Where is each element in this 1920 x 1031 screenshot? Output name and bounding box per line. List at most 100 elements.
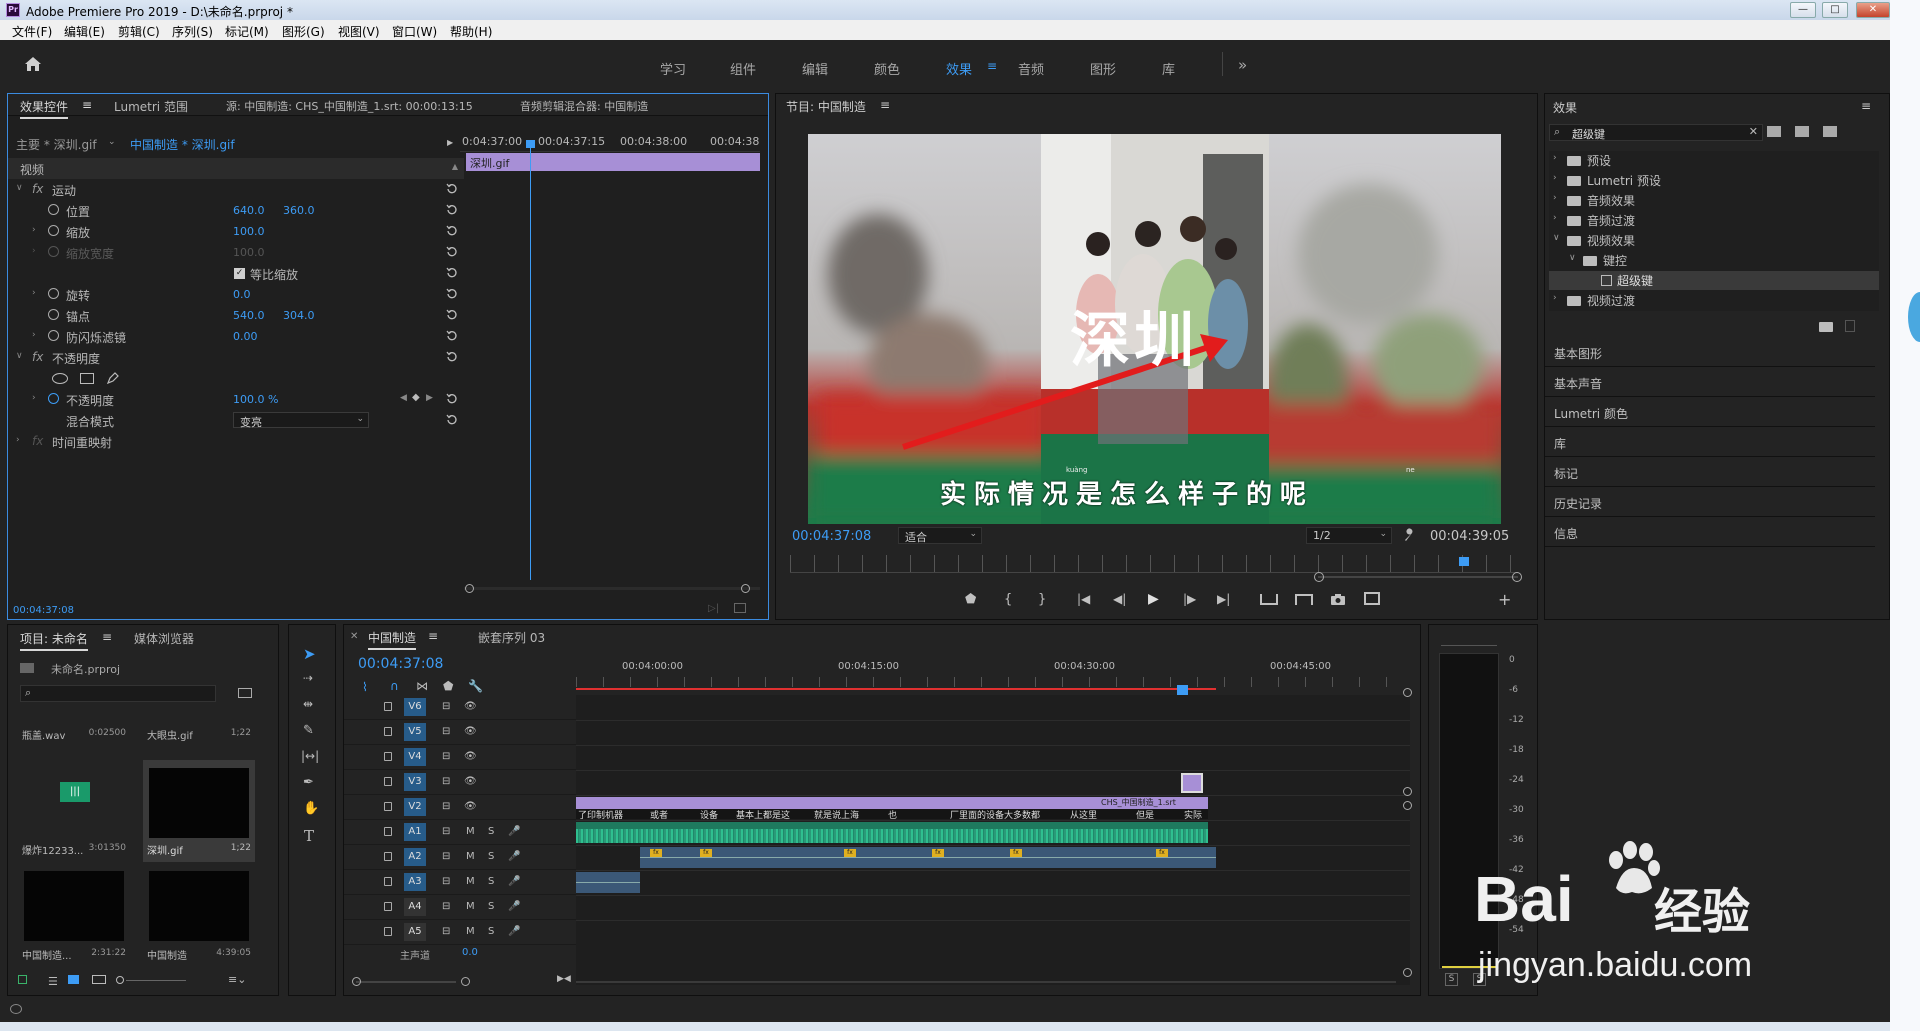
track-name[interactable]: A2 (404, 848, 426, 866)
reset-icon[interactable] (446, 392, 458, 404)
caption-segment[interactable]: 了印制机器 (578, 808, 623, 821)
track-header-v2[interactable]: V2 ⊟ 👁 (344, 795, 576, 820)
linked-selection-icon[interactable]: ⋈ (416, 679, 428, 693)
filter-clip-icon[interactable]: ▷| (708, 603, 719, 614)
stopwatch-icon[interactable] (48, 204, 59, 215)
anchor-y-value[interactable]: 304.0 (283, 309, 315, 322)
ellipse-mask-icon[interactable] (52, 373, 68, 384)
antiflicker-value[interactable]: 0.00 (233, 330, 258, 343)
v3-gif-clip[interactable] (1181, 773, 1203, 793)
solo-button[interactable]: S (488, 901, 494, 912)
project-item[interactable]: 中国制造 4:39:05 (145, 867, 253, 967)
timeline-timecode[interactable]: 00:04:37:08 (358, 656, 443, 672)
sync-lock-icon[interactable]: ⊟ (442, 701, 450, 712)
list-view-icon[interactable]: ☰ (48, 975, 58, 988)
tab-sequence[interactable]: 中国制造 (368, 629, 417, 650)
caption-segment[interactable]: 从这里 (1070, 808, 1097, 821)
opacity-value[interactable]: 100.0 % (233, 393, 278, 406)
lock-icon[interactable] (384, 877, 392, 886)
effects-panel-title[interactable]: 效果 (1553, 99, 1577, 116)
workspace-tab-learn[interactable]: 学习 (660, 59, 686, 78)
effect-playhead[interactable] (530, 140, 531, 580)
uniform-scale-checkbox[interactable]: ✓ (234, 268, 245, 279)
stopwatch-icon[interactable] (48, 225, 59, 236)
selection-tool-icon[interactable]: ➤ (303, 645, 316, 663)
comparison-view-icon[interactable] (1364, 592, 1380, 605)
freeform-view-icon[interactable] (92, 975, 106, 984)
lock-icon[interactable] (384, 727, 392, 736)
reset-icon[interactable] (446, 266, 458, 278)
workspace-tab-color[interactable]: 颜色 (874, 59, 900, 78)
pen-mask-icon[interactable] (106, 371, 120, 385)
caption-segment[interactable]: 设备 (700, 808, 718, 821)
add-marker-icon[interactable]: ⬟ (443, 679, 453, 693)
hand-tool-icon[interactable]: ✋ (303, 801, 319, 816)
master-track-value[interactable]: 0.0 (462, 947, 478, 958)
microphone-icon[interactable]: 🎤 (508, 876, 520, 887)
export-icon[interactable] (734, 603, 746, 613)
a2-audio-clip[interactable]: fx fx fx fx fx fx (640, 847, 1216, 868)
position-x-value[interactable]: 640.0 (233, 204, 265, 217)
chevron-right-icon[interactable]: › (1553, 173, 1557, 183)
a3-audio-clip[interactable] (576, 872, 640, 893)
track-header-v5[interactable]: V5 ⊟ 👁 (344, 720, 576, 745)
tab-media-browser[interactable]: 媒体浏览器 (134, 630, 194, 647)
tree-item-audio-effects[interactable]: 音频效果 (1587, 192, 1635, 209)
zoom-handle-right[interactable] (1512, 572, 1522, 582)
menu-sequence[interactable]: 序列(S) (172, 23, 213, 40)
wrench-icon[interactable]: 🔧 (468, 679, 483, 693)
track-select-tool-icon[interactable]: ⇢ (303, 671, 313, 685)
solo-button[interactable]: S (488, 876, 494, 887)
eye-icon[interactable]: 👁 (464, 801, 477, 812)
chevron-right-icon[interactable]: › (1553, 193, 1557, 203)
project-item[interactable]: 中国制造... 2:31:22 (20, 867, 128, 967)
mute-button[interactable]: M (466, 851, 475, 862)
track-header-a3[interactable]: A3 ⊟ M S 🎤 (344, 870, 576, 895)
anchor-row[interactable]: 锚点 540.0 304.0 (8, 305, 464, 326)
status-indicator-icon[interactable] (10, 1004, 22, 1014)
play-icon[interactable]: ▶ (1148, 591, 1159, 607)
v2-caption-clip[interactable]: 了印制机器 或者 设备 基本上都是这 就是说上海 也 厂里面的设备大多数都 从这… (576, 797, 1208, 821)
tree-item-keying[interactable]: 键控 (1603, 252, 1627, 269)
workspace-tab-audio[interactable]: 音频 (1018, 59, 1044, 78)
zoom-handle-left[interactable] (465, 584, 474, 593)
anchor-x-value[interactable]: 540.0 (233, 309, 265, 322)
section-markers[interactable]: 标记 (1545, 457, 1875, 487)
chevron-right-icon[interactable]: › (1553, 293, 1557, 303)
chevron-right-icon[interactable]: › (32, 288, 36, 298)
wrench-icon[interactable] (1403, 528, 1417, 542)
accelerated-effects-icon[interactable] (1767, 126, 1781, 137)
prev-keyframe-icon[interactable]: ◀ (400, 393, 407, 403)
fx-badge[interactable]: fx (700, 849, 712, 857)
track-name[interactable]: V2 (404, 798, 426, 816)
section-info[interactable]: 信息 (1545, 517, 1875, 547)
workspace-menu-icon[interactable]: ≡ (987, 59, 997, 73)
icon-view-icon[interactable] (68, 975, 79, 984)
track-name[interactable]: A1 (404, 823, 426, 841)
fx-badge[interactable]: fx (650, 849, 662, 857)
caption-segment[interactable]: 厂里面的设备大多数都 (950, 808, 1040, 821)
tab-project[interactable]: 项目: 未命名 (20, 630, 88, 651)
microphone-icon[interactable]: 🎤 (508, 826, 520, 837)
resolution-select[interactable]: 1/2 ⌄ (1306, 527, 1392, 544)
solo-button[interactable]: S (488, 826, 494, 837)
opacity-section-row[interactable]: ∨ fx 不透明度 (8, 347, 464, 368)
mute-button[interactable]: M (466, 901, 475, 912)
sync-lock-icon[interactable]: ⊟ (442, 851, 450, 862)
project-item[interactable]: ||| 爆炸12233... 3:01350 (20, 762, 128, 862)
extract-icon[interactable] (1295, 594, 1313, 605)
tab-lumetri-scopes[interactable]: Lumetri 范围 (114, 98, 188, 115)
reset-icon[interactable] (446, 350, 458, 362)
stopwatch-icon[interactable] (48, 288, 59, 299)
mute-button[interactable]: M (466, 826, 475, 837)
scale-value[interactable]: 100.0 (233, 225, 265, 238)
master-clip-label[interactable]: 主要 * 深圳.gif (16, 136, 97, 153)
zoom-slider-handle[interactable] (116, 976, 124, 984)
lock-icon[interactable] (384, 902, 392, 911)
eye-icon[interactable]: 👁 (464, 701, 477, 712)
panel-menu-icon[interactable]: ≡ (880, 98, 890, 112)
track-header-a2[interactable]: A2 ⊟ M S 🎤 (344, 845, 576, 870)
reset-icon[interactable] (446, 182, 458, 194)
mark-in-icon[interactable]: { (1004, 592, 1012, 607)
pen-tool-icon[interactable]: ✒ (303, 775, 314, 790)
